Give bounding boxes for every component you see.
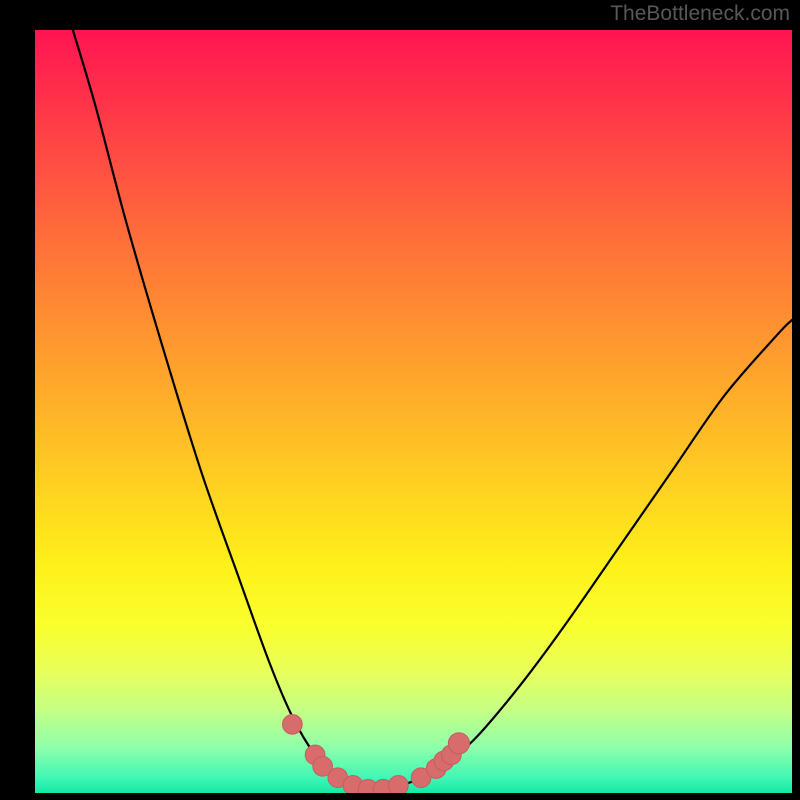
watermark-text: TheBottleneck.com — [610, 2, 790, 26]
plot-area — [35, 30, 792, 793]
data-point-marker — [448, 733, 469, 754]
data-point-markers — [35, 30, 792, 793]
data-point-marker — [283, 714, 303, 734]
data-point-marker — [389, 776, 409, 793]
chart-frame: TheBottleneck.com — [0, 0, 800, 800]
